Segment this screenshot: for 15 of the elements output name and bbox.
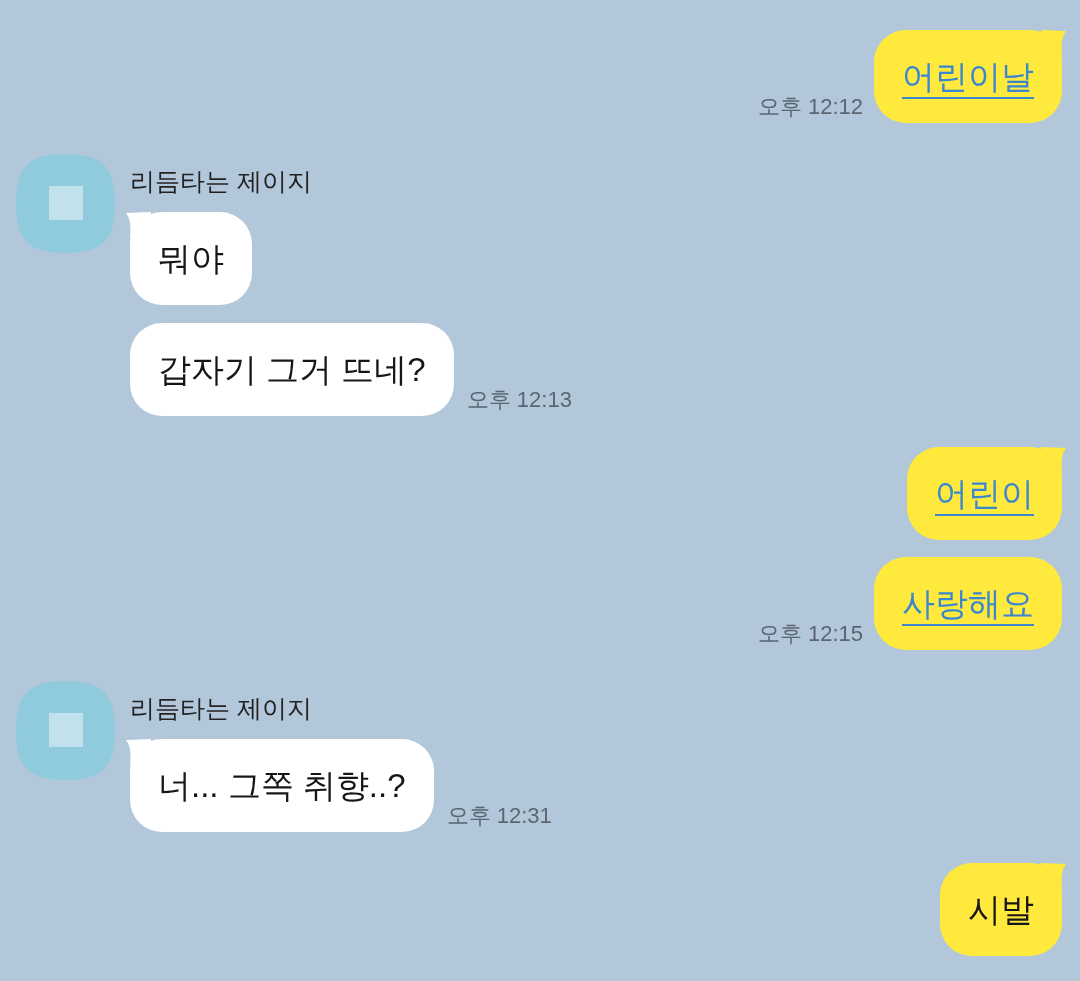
sender-name: 리듬타는 제이지 [130,166,312,196]
message-bubble: 갑자기 그거 뜨네? [130,323,454,416]
message-time: 오후 12:31 [446,803,552,829]
message-time: 오후 12:13 [466,387,572,413]
message-link[interactable]: 어린이 [935,475,1034,512]
message-bubble: 시발 [940,863,1062,956]
message-time: 오후 12:15 [757,621,863,647]
sender-name: 리듬타는 제이지 [130,693,312,723]
message-link[interactable]: 사랑해요 [902,585,1034,622]
message-bubble: 너... 그쪽 취향..? [130,739,434,832]
avatar-icon[interactable] [16,154,115,253]
message-time: 오후 12:12 [757,94,863,120]
message-link[interactable]: 어린이날 [902,58,1034,95]
message-bubble: 뭐야 [130,212,252,305]
avatar-icon[interactable] [16,681,115,780]
